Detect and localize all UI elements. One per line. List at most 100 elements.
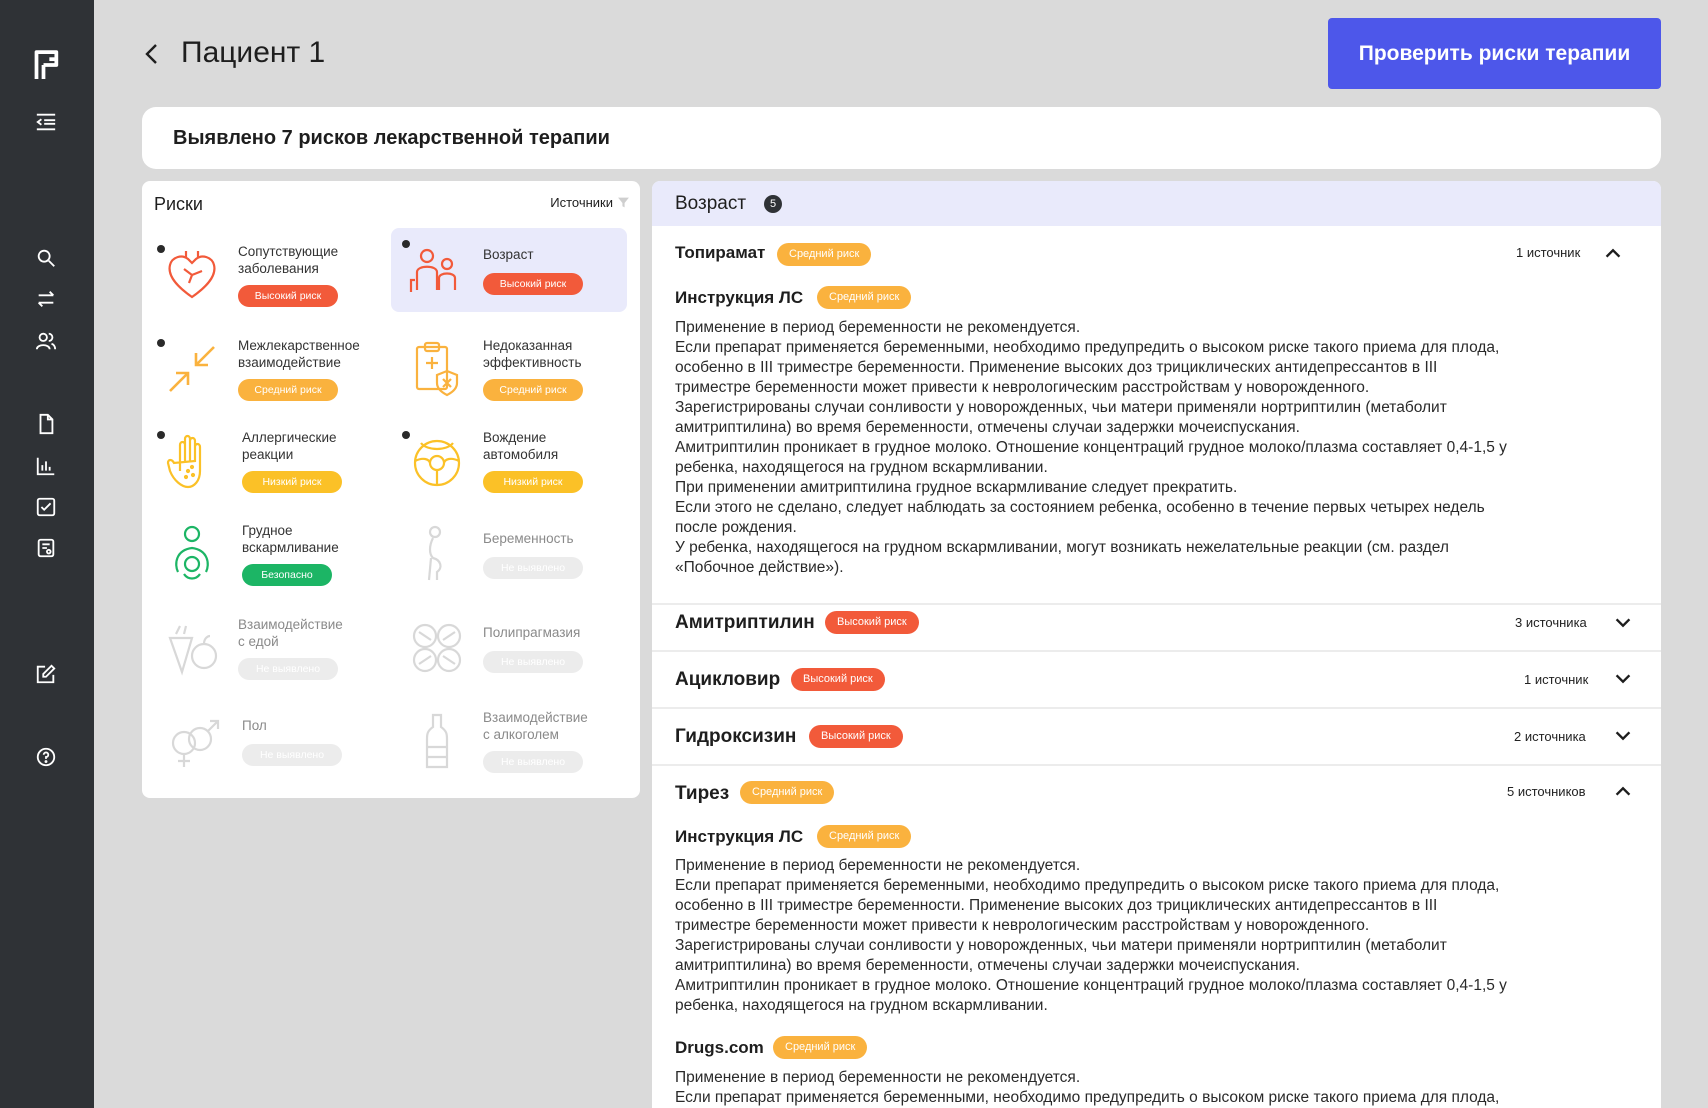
text-line: Зарегистрированы случаи сонливости у нов… (675, 937, 1447, 954)
risk-badge: Не выявлено (238, 658, 338, 680)
text-line: амитриптилина) во время беременности, от… (675, 419, 1300, 436)
text-line: Применение в период беременности не реко… (675, 857, 1081, 874)
heart-icon (162, 245, 222, 305)
pregnancy-icon (407, 524, 467, 584)
search-icon[interactable] (31, 243, 61, 273)
edit-icon[interactable] (31, 659, 61, 689)
risk-alcohol-interaction[interactable]: Взаимодействие с алкоголем Не выявлено (391, 699, 627, 783)
risk-age[interactable]: Возраст Высокий риск (391, 228, 627, 312)
chevron-up-icon[interactable] (1602, 242, 1624, 264)
risk-comorbidities[interactable]: Сопутствующие заболевания Высокий риск (146, 233, 382, 317)
risk-unproven-efficacy[interactable]: Недоказанная эффективность Средний риск (391, 327, 627, 411)
text-line: Амитриптилин проникает в грудное молоко.… (675, 439, 1507, 456)
drug-sources: 1 источник (1516, 245, 1581, 260)
patients-icon[interactable] (31, 326, 61, 356)
risk-badge: Средний риск (238, 379, 338, 401)
risk-drug-interaction[interactable]: Межлекарственное взаимодействие Средний … (146, 327, 382, 411)
chevron-up-icon[interactable] (1612, 780, 1634, 802)
risk-name: Полипрагмазия (483, 625, 581, 640)
drug-sources: 1 источник (1524, 672, 1589, 687)
source-title: Инструкция ЛС (675, 827, 804, 846)
risk-sex[interactable]: Пол Не выявлено (146, 699, 382, 783)
risk-name: Аллергические реакции (242, 430, 337, 462)
text-line: Применение в период беременности не реко… (675, 319, 1081, 336)
checklist-icon[interactable] (31, 492, 61, 522)
drug-sources: 3 источника (1515, 615, 1587, 630)
logo-icon[interactable] (31, 47, 63, 83)
risk-badge: Низкий риск (483, 471, 583, 493)
drug-risk-badge: Высокий риск (825, 611, 919, 634)
drug-sources: 2 источника (1514, 729, 1586, 744)
text-line: «Побочное действие»). (675, 559, 844, 576)
text-line: триместре беременности может привести к … (675, 917, 1370, 934)
risk-name: Недоказанная эффективность (483, 338, 582, 370)
risk-name: Взаимодействие с едой (238, 617, 343, 649)
text-line: ребенка, находящегося на грудном вскармл… (675, 997, 1048, 1014)
drug-risk-badge: Высокий риск (791, 668, 885, 691)
text-line: Если препарат применяется беременными, н… (675, 877, 1500, 894)
source-risk-badge: Средний риск (773, 1036, 868, 1059)
chevron-down-icon[interactable] (1612, 725, 1634, 747)
risk-badge: Безопасно (242, 564, 332, 586)
risk-name: Сопутствующие заболевания (238, 244, 339, 276)
risk-breastfeeding[interactable]: Грудное вскармливание Безопасно (146, 512, 382, 596)
document-icon[interactable] (31, 409, 61, 439)
menu-collapse-icon[interactable] (31, 107, 61, 137)
text-line: Если препарат применяется беременными, н… (675, 1089, 1500, 1106)
sources-filter[interactable]: Источники (550, 195, 630, 210)
text-line: особенно в III триместре беременности. П… (675, 897, 1438, 914)
drug-risk-badge: Средний риск (777, 243, 872, 266)
risk-badge: Низкий риск (242, 471, 342, 493)
text-line: особенно в III триместре беременности. П… (675, 359, 1438, 376)
risks-title: Риски (154, 194, 203, 214)
divider (652, 764, 1661, 766)
drug-name: Тирез (675, 783, 730, 804)
drug-risk-badge: Средний риск (740, 781, 835, 804)
age-family-icon (407, 240, 467, 300)
clipboard-shield-icon (407, 339, 467, 399)
risk-pregnancy[interactable]: Беременность Не выявлено (391, 512, 627, 596)
drug-risk-badge: Высокий риск (809, 725, 903, 748)
gender-icon (162, 711, 222, 771)
drug-name: Амитриптилин (675, 612, 815, 633)
drug-name: Гидроксизин (675, 726, 797, 747)
text-line: У ребенка, находящегося на грудном вскар… (675, 539, 1449, 556)
text-line: Применение в период беременности не реко… (675, 1069, 1081, 1086)
risk-badge: Высокий риск (238, 285, 338, 307)
text-line: Если этого не сделано, следует наблюдать… (675, 499, 1485, 516)
help-icon[interactable] (31, 742, 61, 772)
swap-icon[interactable] (31, 284, 61, 314)
arrows-converge-icon (162, 339, 222, 399)
chevron-left-icon (145, 44, 157, 64)
text-line: амитриптилина) во время беременности, от… (675, 957, 1300, 974)
pills-icon (407, 618, 467, 678)
drug-name: Топирамат (675, 243, 766, 262)
check-risks-button[interactable]: Проверить риски терапии (1328, 18, 1661, 89)
risk-polypharmacy[interactable]: Полипрагмазия Не выявлено (391, 606, 627, 690)
risk-name: Беременность (483, 531, 574, 546)
drug-sources: 5 источников (1507, 784, 1586, 799)
steering-wheel-icon (407, 431, 467, 491)
risks-panel: Риски Источники Сопутствующие заболевани… (142, 181, 640, 798)
divider (652, 650, 1661, 652)
chevron-down-icon[interactable] (1612, 612, 1634, 634)
risk-driving[interactable]: Вождение автомобиля Низкий риск (391, 419, 627, 503)
chevron-down-icon[interactable] (1612, 668, 1634, 690)
risk-name: Межлекарственное взаимодействие (238, 338, 360, 370)
page-title: Пациент 1 (181, 36, 326, 69)
report-icon[interactable] (31, 533, 61, 563)
source-text: Применение в период беременности не реко… (675, 1068, 1635, 1108)
risk-badge: Не выявлено (483, 557, 583, 579)
risk-allergy[interactable]: Аллергические реакции Низкий риск (146, 419, 382, 503)
chart-icon[interactable] (31, 451, 61, 481)
source-risk-badge: Средний риск (817, 286, 912, 309)
mother-baby-icon (162, 524, 222, 584)
risk-badge: Не выявлено (242, 744, 342, 766)
bottle-icon (407, 711, 467, 771)
risk-food-interaction[interactable]: Взаимодействие с едой Не выявлено (146, 606, 382, 690)
back-button[interactable] (140, 38, 164, 70)
risk-name: Взаимодействие с алкоголем (483, 710, 588, 742)
text-line: после рождения. (675, 519, 797, 536)
text-line: При применении амитриптилина грудное вск… (675, 479, 1238, 496)
risk-badge: Средний риск (483, 379, 583, 401)
